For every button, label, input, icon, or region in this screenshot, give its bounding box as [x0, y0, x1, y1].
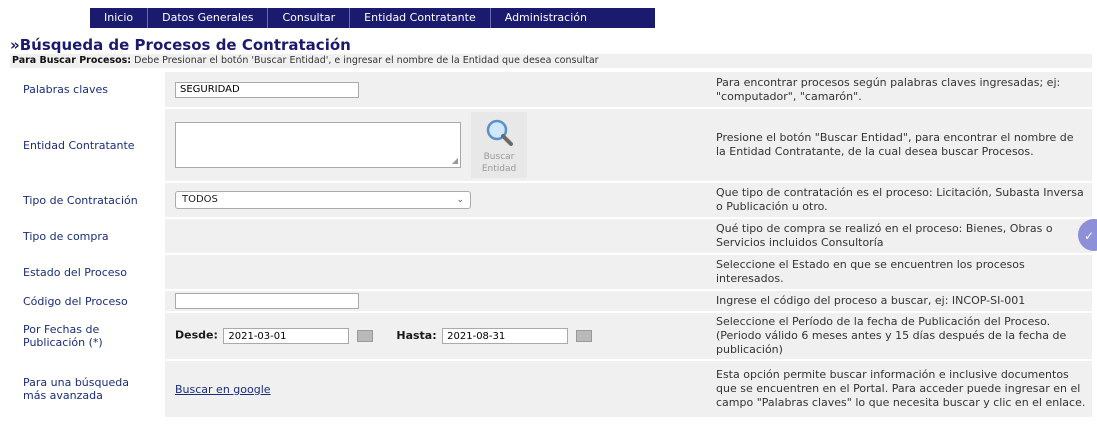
nav-entidad-contratante[interactable]: Entidad Contratante: [350, 8, 491, 28]
hasta-label: Hasta:: [396, 328, 437, 342]
calendar-icon[interactable]: [356, 329, 373, 342]
title-prefix: »: [10, 36, 20, 54]
chat-icon: ✓: [1084, 229, 1095, 243]
tipo-contratacion-select[interactable]: TODOS ⌄: [175, 191, 471, 209]
nav-inicio[interactable]: Inicio: [90, 8, 149, 28]
cell-estado-proceso: [165, 254, 710, 291]
buscar-entidad-button[interactable]: Buscar Entidad: [471, 112, 527, 178]
row-estado-proceso: Estado del Proceso Seleccione el Estado …: [10, 254, 1092, 291]
chevron-down-icon: ⌄: [456, 195, 464, 205]
label-fechas-line2: Publicación (*): [23, 336, 103, 349]
label-estado-proceso: Estado del Proceso: [10, 254, 165, 291]
row-fechas-publicacion: Por Fechas de Publicación (*) Desde: Has…: [10, 312, 1092, 361]
tipo-contratacion-value: TODOS: [182, 194, 218, 205]
label-busqueda-avanzada: Para una búsqueda más avanzada: [10, 360, 165, 419]
entidad-textarea[interactable]: ◢: [175, 122, 461, 168]
hint-bold: Para Buscar Procesos:: [12, 55, 132, 66]
cell-fechas-publicacion: Desde: Hasta:: [165, 312, 710, 361]
label-tipo-contratacion: Tipo de Contratación: [10, 182, 165, 219]
row-tipo-contratacion: Tipo de Contratación TODOS ⌄ Que tipo de…: [10, 182, 1092, 219]
help-codigo-proceso: Ingrese el código del proceso a buscar, …: [710, 290, 1092, 313]
label-entidad-contratante: Entidad Contratante: [10, 108, 165, 183]
top-nav-bar: Inicio Datos Generales Consultar Entidad…: [90, 8, 655, 28]
help-fechas-publicacion: Seleccione el Período de la fecha de Pub…: [710, 312, 1092, 361]
cell-palabras-claves: [165, 72, 710, 109]
search-form-table: Palabras claves Para encontrar procesos …: [10, 72, 1092, 419]
label-codigo-proceso: Código del Proceso: [10, 290, 165, 313]
instruction-bar: Para Buscar Procesos: Debe Presionar el …: [10, 54, 1092, 68]
label-avanzada-line1: Para una búsqueda: [23, 376, 129, 389]
magnifier-icon: [486, 119, 513, 146]
label-avanzada-line2: más avanzada: [23, 389, 103, 402]
row-tipo-compra: Tipo de compra Qué tipo de compra se rea…: [10, 218, 1092, 255]
label-palabras-claves: Palabras claves: [10, 72, 165, 109]
page-title: »Búsqueda de Procesos de Contratación: [10, 36, 351, 54]
help-busqueda-avanzada: Esta opción permite buscar información e…: [710, 360, 1092, 419]
cell-codigo-proceso: [165, 290, 710, 313]
desde-label: Desde:: [175, 328, 218, 342]
help-tipo-compra: Qué tipo de compra se realizó en el proc…: [710, 218, 1092, 255]
label-fechas-publicacion: Por Fechas de Publicación (*): [10, 312, 165, 361]
buscar-en-google-link[interactable]: Buscar en google: [175, 383, 271, 396]
buscar-entidad-label-1: Buscar: [483, 152, 515, 162]
codigo-proceso-input[interactable]: [175, 293, 359, 309]
cell-tipo-compra: [165, 218, 710, 255]
row-palabras-claves: Palabras claves Para encontrar procesos …: [10, 72, 1092, 109]
help-palabras-claves: Para encontrar procesos según palabras c…: [710, 72, 1092, 109]
row-busqueda-avanzada: Para una búsqueda más avanzada Buscar en…: [10, 360, 1092, 419]
help-tipo-contratacion: Que tipo de contratación es el proceso: …: [710, 182, 1092, 219]
help-entidad-contratante: Presione el botón "Buscar Entidad", para…: [710, 108, 1092, 183]
nav-datos-generales[interactable]: Datos Generales: [148, 8, 269, 28]
hasta-date-input[interactable]: [442, 328, 569, 344]
cell-busqueda-avanzada: Buscar en google: [165, 360, 710, 419]
label-tipo-compra: Tipo de compra: [10, 218, 165, 255]
title-text: Búsqueda de Procesos de Contratación: [19, 36, 351, 54]
nav-consultar[interactable]: Consultar: [268, 8, 351, 28]
label-fechas-line1: Por Fechas de: [23, 323, 100, 336]
resize-grip-icon[interactable]: ◢: [452, 156, 458, 165]
row-codigo-proceso: Código del Proceso Ingrese el código del…: [10, 290, 1092, 313]
hint-text: Debe Presionar el botón 'Buscar Entidad'…: [131, 55, 599, 66]
desde-date-input[interactable]: [223, 328, 350, 344]
help-estado-proceso: Seleccione el Estado en que se encuentre…: [710, 254, 1092, 291]
cell-tipo-contratacion: TODOS ⌄: [165, 182, 710, 219]
row-entidad-contratante: Entidad Contratante ◢ Buscar Entidad Pre…: [10, 108, 1092, 183]
calendar-icon[interactable]: [575, 329, 592, 342]
cell-entidad-contratante: ◢ Buscar Entidad: [165, 108, 710, 183]
nav-administracion[interactable]: Administración: [491, 8, 601, 28]
palabras-claves-input[interactable]: [175, 81, 359, 98]
buscar-entidad-label-2: Entidad: [481, 164, 517, 174]
